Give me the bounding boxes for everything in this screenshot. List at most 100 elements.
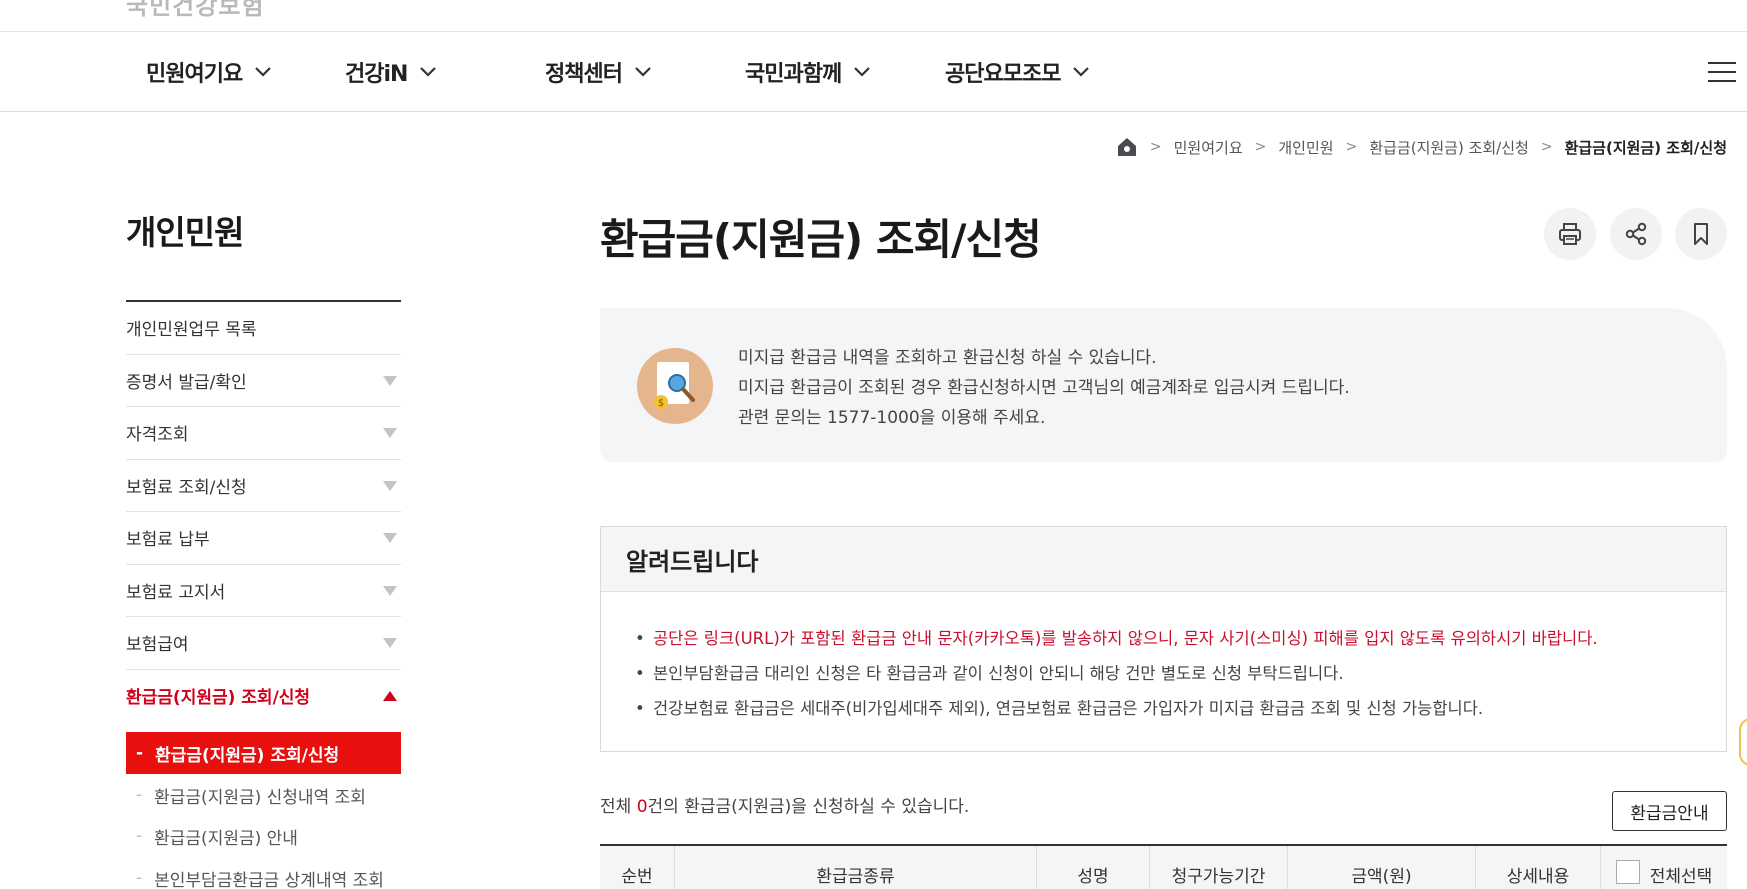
- breadcrumb-item[interactable]: 개인민원: [1278, 137, 1333, 158]
- breadcrumb-separator: >: [1254, 139, 1267, 155]
- notice-list: 공단은 링크(URL)가 포함된 환급금 안내 문자(카카오톡)를 발송하지 않…: [601, 592, 1726, 726]
- column-header-label: 금액(원): [1351, 867, 1412, 887]
- column-header-label: 상세내용: [1506, 867, 1570, 887]
- nav-item-about[interactable]: 공단요모조모: [945, 56, 1090, 88]
- caret-down-icon: [383, 638, 397, 648]
- sidebar-item-label: 보험료 조회/신청: [126, 477, 247, 498]
- sidebar-item-label: 환급금(지원금) 조회/신청: [126, 688, 311, 709]
- notice-item: 건강보험료 환급금은 세대주(비가입세대주 제외), 연금보험료 환급금은 가입…: [635, 691, 1726, 726]
- count-suffix: 건의 환급금(지원금)을 신청하실 수 있습니다.: [647, 797, 970, 817]
- nav-item-label: 민원여기요: [146, 62, 243, 87]
- column-header-label: 청구가능기간: [1171, 867, 1266, 887]
- refund-table-header: 순번 환급금종류 성명 청구가능기간 금액(원) 상세내용 전체선택: [600, 844, 1727, 889]
- sidebar-subitem-offset-history[interactable]: - 본인부담금환급금 상계내역 조회: [126, 858, 401, 889]
- caret-up-icon: [383, 690, 397, 701]
- sidebar-item-premium-bill[interactable]: 보험료 고지서: [126, 565, 401, 617]
- sidebar-subitem-label: 환급금(지원금) 조회/신청: [155, 745, 340, 766]
- column-header-label: 전체선택: [1649, 867, 1713, 887]
- chevron-down-icon: [255, 67, 271, 77]
- dash-icon: -: [136, 826, 143, 846]
- column-header-detail: 상세내용: [1476, 846, 1601, 889]
- caret-down-icon: [383, 428, 397, 438]
- count-prefix: 전체: [600, 797, 637, 817]
- column-header-number: 순번: [600, 846, 675, 889]
- dash-icon: -: [136, 743, 144, 763]
- share-icon: [1625, 222, 1647, 246]
- column-header-label: 순번: [621, 867, 653, 887]
- nav-item-label: 건강iN: [345, 62, 408, 87]
- sidebar-item-label: 보험료 고지서: [126, 582, 226, 603]
- sidebar-subitem-label: 환급금(지원금) 안내: [154, 828, 298, 849]
- print-button[interactable]: [1544, 208, 1596, 260]
- caret-down-icon: [383, 533, 397, 543]
- print-icon: [1559, 223, 1581, 245]
- refund-search-icon: $: [637, 348, 713, 424]
- caret-down-icon: [383, 375, 397, 386]
- intro-line: 미지급 환급금이 조회된 경우 환급신청하시면 고객님의 예금계좌로 입금시켜 …: [738, 378, 1350, 398]
- sidebar-item-label: 보험료 납부: [126, 530, 210, 551]
- share-button[interactable]: [1610, 208, 1662, 260]
- notice-title: 알려드립니다: [601, 527, 1726, 592]
- nav-item-policy[interactable]: 정책센터: [545, 56, 652, 88]
- breadcrumb-item[interactable]: 환급금(지원금) 조회/신청: [1369, 137, 1529, 158]
- caret-down-icon: [383, 480, 397, 491]
- select-all-checkbox[interactable]: [1615, 860, 1640, 884]
- dash-icon: -: [136, 785, 143, 805]
- global-nav: 민원여기요 건강iN 정책센터 국민과함께 공단요모조모: [0, 32, 1747, 112]
- notice-item: 본인부담환급금 대리인 신청은 타 환급금과 같이 신청이 안되니 해당 건만 …: [635, 656, 1726, 691]
- refund-guide-button[interactable]: 환급금안내: [1612, 791, 1727, 831]
- nav-item-label: 정책센터: [545, 62, 623, 87]
- column-header-label: 성명: [1077, 867, 1109, 887]
- site-logo[interactable]: 국민건강보험: [126, 0, 264, 21]
- logo-strip: 국민건강보험: [0, 0, 1747, 32]
- notice-item-alert: 공단은 링크(URL)가 포함된 환급금 안내 문자(카카오톡)를 발송하지 않…: [635, 621, 1726, 656]
- refund-count-text: 전체 0건의 환급금(지원금)을 신청하실 수 있습니다.: [600, 792, 969, 817]
- column-header-refund-type: 환급금종류: [675, 846, 1037, 889]
- sidebar-subitem-refund-history[interactable]: - 환급금(지원금) 신청내역 조회: [126, 775, 401, 815]
- sidebar-item-premium-inquiry[interactable]: 보험료 조회/신청: [126, 460, 401, 512]
- column-header-label: 환급금종류: [816, 867, 895, 887]
- sidebar-title: 개인민원: [126, 213, 244, 252]
- nav-item-civil[interactable]: 민원여기요: [146, 56, 272, 88]
- intro-box: $ 미지급 환급금 내역을 조회하고 환급신청 하실 수 있습니다. 미지급 환…: [600, 308, 1727, 462]
- floating-widget[interactable]: [1739, 718, 1747, 766]
- sidebar-item-benefits[interactable]: 보험급여: [126, 617, 401, 670]
- count-number: 0: [636, 797, 648, 817]
- chevron-down-icon: [854, 67, 870, 77]
- sidebar-item-label: 자격조회: [126, 425, 189, 446]
- chevron-down-icon: [420, 67, 437, 77]
- sidebar-item-label: 보험급여: [126, 635, 189, 656]
- sidebar-item-list[interactable]: 개인민원업무 목록: [126, 302, 401, 355]
- nav-item-citizens[interactable]: 국민과함께: [745, 56, 871, 88]
- breadcrumb-separator: >: [1540, 139, 1553, 155]
- sidebar-item-certificate[interactable]: 증명서 발급/확인: [126, 355, 401, 407]
- bookmark-icon: [1694, 223, 1708, 245]
- nav-item-health-in[interactable]: 건강iN: [345, 56, 437, 88]
- breadcrumb-item[interactable]: 민원여기요: [1174, 137, 1243, 158]
- sidebar-item-eligibility[interactable]: 자격조회: [126, 407, 401, 460]
- dash-icon: -: [136, 868, 143, 888]
- intro-line: 미지급 환급금 내역을 조회하고 환급신청 하실 수 있습니다.: [738, 348, 1157, 368]
- column-header-select-all: 전체선택: [1601, 846, 1727, 889]
- sidebar-item-label: 개인민원업무 목록: [126, 320, 257, 341]
- page-title: 환급금(지원금) 조회/신청: [600, 215, 1042, 264]
- hamburger-icon[interactable]: [1708, 60, 1736, 84]
- bookmark-button[interactable]: [1675, 208, 1727, 260]
- column-header-name: 성명: [1037, 846, 1150, 889]
- breadcrumb-separator: >: [1149, 139, 1162, 155]
- breadcrumb-current: 환급금(지원금) 조회/신청: [1564, 138, 1727, 157]
- column-header-amount: 금액(원): [1288, 846, 1476, 889]
- sidebar-item-refund[interactable]: 환급금(지원금) 조회/신청: [126, 670, 401, 723]
- column-header-period: 청구가능기간: [1150, 846, 1288, 889]
- chevron-down-icon: [1073, 67, 1090, 77]
- notice-box: 알려드립니다 공단은 링크(URL)가 포함된 환급금 안내 문자(카카오톡)를…: [600, 526, 1727, 752]
- home-icon[interactable]: [1116, 136, 1138, 158]
- intro-text: 미지급 환급금 내역을 조회하고 환급신청 하실 수 있습니다. 미지급 환급금…: [738, 343, 1350, 433]
- sidebar-item-label: 증명서 발급/확인: [126, 372, 247, 393]
- intro-line: 관련 문의는 1577-1000을 이용해 주세요.: [738, 408, 1046, 428]
- sidebar-item-premium-payment[interactable]: 보험료 납부: [126, 512, 401, 565]
- sidebar-subitem-refund-inquiry[interactable]: - 환급금(지원금) 조회/신청: [126, 732, 401, 774]
- sidebar-subitem-refund-guide[interactable]: - 환급금(지원금) 안내: [126, 816, 401, 856]
- nav-item-label: 국민과함께: [745, 62, 842, 87]
- caret-down-icon: [383, 585, 397, 596]
